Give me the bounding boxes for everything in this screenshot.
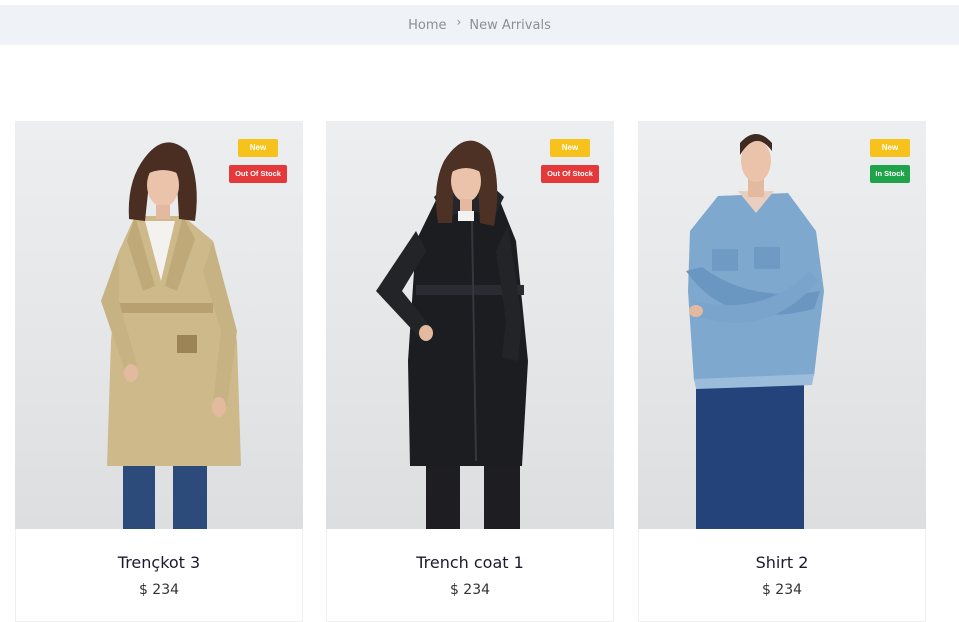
product-name[interactable]: Trençkot 3 xyxy=(16,553,302,572)
product-price: $ 234 xyxy=(138,582,180,598)
product-card[interactable]: New Out Of Stock Trençkot 3 $ 234 xyxy=(15,121,303,622)
product-card[interactable]: New In Stock Shirt 2 $ 234 xyxy=(638,121,926,622)
out-of-stock-badge: Out Of Stock xyxy=(541,165,599,183)
product-name[interactable]: Trench coat 1 xyxy=(327,553,613,572)
chevron-right-icon: › xyxy=(456,15,462,29)
product-image[interactable]: New In Stock xyxy=(638,121,926,529)
product-price: $ 234 xyxy=(449,582,491,598)
breadcrumb-current: New Arrivals xyxy=(469,17,551,33)
breadcrumb: Home › New Arrivals xyxy=(0,5,959,45)
product-info: Trençkot 3 $ 234 xyxy=(15,529,303,622)
product-image[interactable]: New Out Of Stock xyxy=(15,121,303,529)
new-badge: New xyxy=(870,139,910,157)
breadcrumb-home-link[interactable]: Home xyxy=(408,18,446,33)
new-badge: New xyxy=(550,139,590,157)
product-card[interactable]: New Out Of Stock Trench coat 1 $ 234 xyxy=(326,121,614,622)
product-info: Shirt 2 $ 234 xyxy=(638,529,926,622)
product-name[interactable]: Shirt 2 xyxy=(639,553,925,572)
product-image[interactable]: New Out Of Stock xyxy=(326,121,614,529)
in-stock-badge: In Stock xyxy=(870,165,910,183)
new-badge: New xyxy=(238,139,278,157)
product-info: Trench coat 1 $ 234 xyxy=(326,529,614,622)
product-price: $ 234 xyxy=(761,582,803,598)
out-of-stock-badge: Out Of Stock xyxy=(229,165,287,183)
